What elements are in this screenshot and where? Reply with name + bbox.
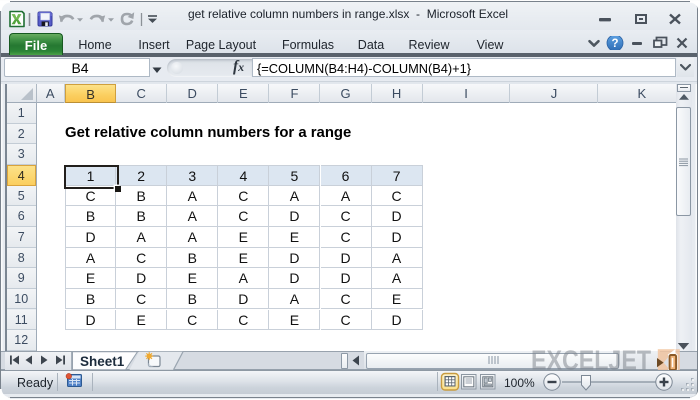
svg-text:?: ? [611, 38, 618, 50]
svg-text:EXCELJET: EXCELJET [531, 348, 651, 372]
